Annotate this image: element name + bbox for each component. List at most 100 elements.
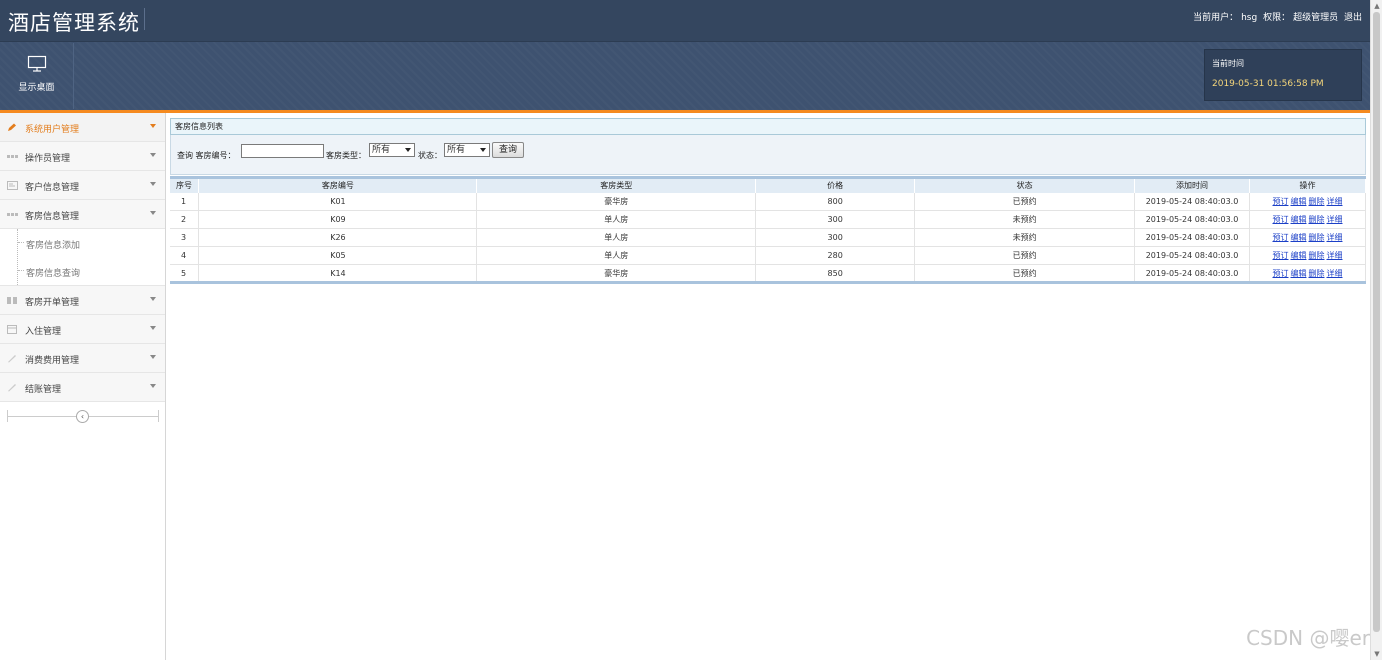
- brush-icon: [8, 355, 16, 363]
- sidebar-item-expenses[interactable]: 消费费用管理: [0, 344, 165, 373]
- cell-added-time: 2019-05-24 08:40:03.0: [1134, 246, 1250, 265]
- cell-actions: 预订 编辑 删除 详细: [1249, 192, 1367, 211]
- col-header-room-no: 客房编号: [198, 177, 478, 193]
- table-row: 1 K01 豪华房 800 已预约 2019-05-24 08:40:03.0 …: [170, 192, 1367, 211]
- reserve-link[interactable]: 预订: [1272, 197, 1288, 206]
- detail-link[interactable]: 详细: [1326, 197, 1342, 206]
- sidebar-item-label: 客房开单管理: [25, 298, 80, 308]
- edit-link[interactable]: 编辑: [1290, 215, 1306, 224]
- logout-link[interactable]: 退出: [1344, 13, 1362, 23]
- system-title: 酒店管理系统: [8, 11, 140, 35]
- sidebar-item-checkout[interactable]: 结账管理: [0, 373, 165, 402]
- reserve-link[interactable]: 预订: [1272, 269, 1288, 278]
- permission-label: 权限：: [1263, 13, 1291, 23]
- vertical-scrollbar[interactable]: ▲ ▼: [1370, 0, 1382, 660]
- scroll-down-arrow-icon[interactable]: ▼: [1373, 650, 1381, 658]
- current-time-label: 当前时间: [1212, 59, 1244, 68]
- user-info: 当前用户： hsg 权限： 超级管理员 退出: [1190, 10, 1362, 23]
- edit-link[interactable]: 编辑: [1290, 251, 1306, 260]
- pencil-icon: [8, 123, 16, 131]
- detail-link[interactable]: 详细: [1326, 269, 1342, 278]
- cell-room-no: K09: [198, 210, 478, 229]
- cell-index: 5: [170, 264, 200, 283]
- table-row: 2 K09 单人房 300 未预约 2019-05-24 08:40:03.0 …: [170, 210, 1367, 229]
- delete-link[interactable]: 删除: [1308, 215, 1324, 224]
- delete-link[interactable]: 删除: [1308, 251, 1324, 260]
- collapse-sidebar-button[interactable]: ‹: [76, 410, 89, 423]
- col-header-price: 价格: [755, 177, 916, 193]
- col-header-index: 序号: [170, 177, 200, 193]
- delete-link[interactable]: 删除: [1308, 233, 1324, 242]
- edit-link[interactable]: 编辑: [1290, 233, 1306, 242]
- delete-link[interactable]: 删除: [1308, 197, 1324, 206]
- sidebar-item-operators[interactable]: 操作员管理: [0, 142, 165, 171]
- cell-room-type: 豪华房: [476, 192, 757, 211]
- table-header-row: 序号 客房编号 客房类型 价格 状态 添加时间 操作: [170, 177, 1367, 193]
- col-header-status: 状态: [914, 177, 1136, 193]
- table-row: 5 K14 豪华房 850 已预约 2019-05-24 08:40:03.0 …: [170, 264, 1367, 283]
- detail-link[interactable]: 详细: [1326, 233, 1342, 242]
- cell-status: 已预约: [914, 192, 1136, 211]
- cell-room-no: K14: [198, 264, 478, 283]
- col-header-actions: 操作: [1249, 177, 1367, 193]
- detail-link[interactable]: 详细: [1326, 251, 1342, 260]
- room-type-select[interactable]: 所有: [369, 143, 415, 157]
- scrollbar-thumb[interactable]: [1373, 12, 1380, 632]
- sidebar-item-rooms[interactable]: 客房信息管理: [0, 200, 165, 229]
- room-no-label: 查询 客房编号：: [177, 151, 236, 160]
- card-icon: [7, 181, 18, 190]
- header-top-bar: 酒店管理系统 当前用户： hsg 权限： 超级管理员 退出: [0, 0, 1370, 42]
- sidebar-item-checkin[interactable]: 入住管理: [0, 315, 165, 344]
- sidebar-item-customers[interactable]: 客户信息管理: [0, 171, 165, 200]
- title-divider: [144, 8, 145, 30]
- collapse-line-right: [158, 410, 159, 422]
- search-button[interactable]: 查询: [492, 142, 524, 158]
- cell-room-type: 单人房: [476, 246, 757, 265]
- columns-icon: [7, 297, 17, 304]
- chevron-down-icon: [150, 153, 156, 157]
- scroll-up-arrow-icon[interactable]: ▲: [1373, 2, 1381, 10]
- permission-value: 超级管理员: [1293, 13, 1339, 23]
- sidebar-submenu-rooms: 客房信息添加 客房信息查询: [0, 229, 165, 286]
- sidebar-item-label: 消费费用管理: [25, 356, 80, 366]
- status-label: 状态：: [418, 151, 442, 160]
- user-label: 当前用户：: [1193, 13, 1239, 23]
- cell-room-type: 单人房: [476, 210, 757, 229]
- grid-icon: [7, 155, 18, 158]
- edit-link[interactable]: 编辑: [1290, 269, 1306, 278]
- room-no-input[interactable]: [241, 144, 324, 158]
- sidebar-subitem-room-add[interactable]: 客房信息添加: [0, 229, 165, 257]
- cell-price: 300: [755, 210, 916, 229]
- header-accent-line: [0, 110, 1370, 113]
- sidebar-item-room-billing[interactable]: 客房开单管理: [0, 286, 165, 315]
- sidebar-item-label: 入住管理: [25, 327, 62, 337]
- room-type-label: 客房类型：: [326, 151, 366, 160]
- sidebar-item-label: 结账管理: [25, 385, 62, 395]
- table-row: 4 K05 单人房 280 已预约 2019-05-24 08:40:03.0 …: [170, 246, 1367, 265]
- cell-room-type: 单人房: [476, 228, 757, 247]
- cell-room-no: K01: [198, 192, 478, 211]
- show-desktop-label: 显示桌面: [18, 83, 55, 93]
- cell-actions: 预订 编辑 删除 详细: [1249, 246, 1367, 265]
- table-row: 3 K26 单人房 300 未预约 2019-05-24 08:40:03.0 …: [170, 228, 1367, 247]
- edit-link[interactable]: 编辑: [1290, 197, 1306, 206]
- status-select[interactable]: 所有: [444, 143, 490, 157]
- status-selected: 所有: [447, 145, 466, 155]
- reserve-link[interactable]: 预订: [1272, 215, 1288, 224]
- show-desktop-button[interactable]: 显示桌面: [0, 43, 74, 109]
- reserve-link[interactable]: 预订: [1272, 251, 1288, 260]
- sidebar-item-system-users[interactable]: 系统用户管理: [0, 113, 165, 142]
- dropdown-caret-icon: [480, 148, 486, 152]
- sidebar-subitem-label: 客房信息查询: [26, 269, 81, 279]
- delete-link[interactable]: 删除: [1308, 269, 1324, 278]
- detail-link[interactable]: 详细: [1326, 215, 1342, 224]
- cell-actions: 预订 编辑 删除 详细: [1249, 210, 1367, 229]
- room-type-selected: 所有: [372, 145, 391, 155]
- sidebar-subitem-room-query[interactable]: 客房信息查询: [0, 257, 165, 285]
- cell-added-time: 2019-05-24 08:40:03.0: [1134, 264, 1250, 283]
- search-bar: 查询 客房编号： 客房类型： 所有 状态： 所有 查询: [170, 135, 1366, 175]
- cell-added-time: 2019-05-24 08:40:03.0: [1134, 210, 1250, 229]
- cell-added-time: 2019-05-24 08:40:03.0: [1134, 192, 1250, 211]
- reserve-link[interactable]: 预订: [1272, 233, 1288, 242]
- chevron-down-icon: [150, 355, 156, 359]
